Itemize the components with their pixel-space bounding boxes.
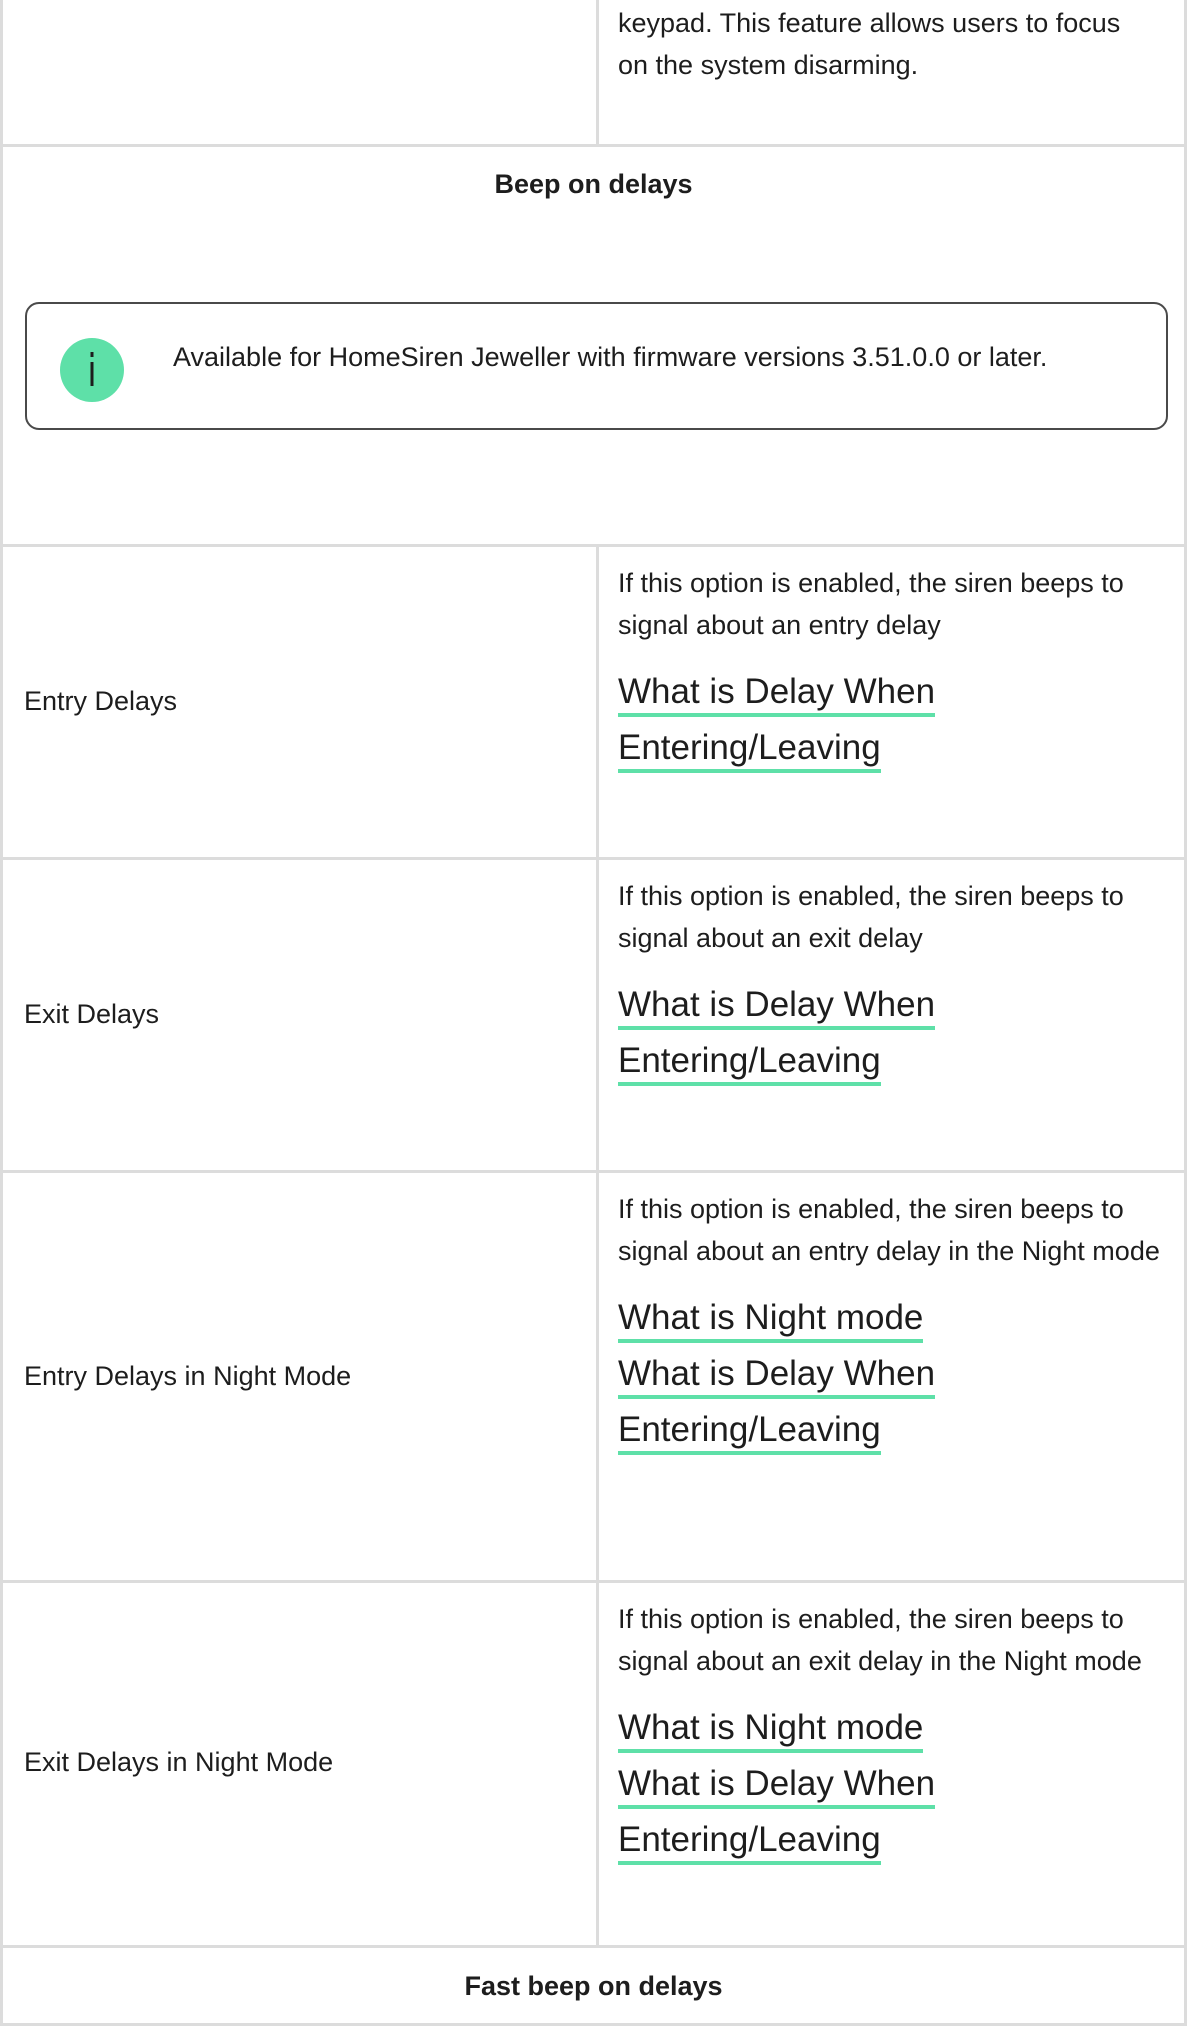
column-divider <box>596 1583 599 1945</box>
link-delay-entering-leaving-cont[interactable]: Entering/Leaving <box>618 1040 881 1086</box>
column-divider <box>596 860 599 1170</box>
row-label: Exit Delays in Night Mode <box>24 1747 334 1777</box>
section-heading-beep: Beep on delays <box>494 169 693 199</box>
firmware-notice: Available for HomeSiren Jeweller with fi… <box>25 302 1168 430</box>
link-delay-entering-leaving[interactable]: What is Delay When <box>618 1763 936 1809</box>
column-divider <box>596 1173 599 1580</box>
link-delay-entering-leaving-cont[interactable]: Entering/Leaving <box>618 1409 881 1455</box>
table-row-entry-delays: Entry Delays If this option is enabled, … <box>3 547 1184 860</box>
section-heading-fast-beep: Fast beep on delays <box>464 1971 723 2001</box>
table-row-exit-delays: Exit Delays If this option is enabled, t… <box>3 860 1184 1173</box>
link-delay-entering-leaving-cont[interactable]: Entering/Leaving <box>618 1819 881 1865</box>
row-label: Entry Delays <box>24 686 178 716</box>
row-description: If this option is enabled, the siren bee… <box>618 568 1124 640</box>
row-description: If this option is enabled, the siren bee… <box>618 1194 1160 1266</box>
row-description-cell: If this option is enabled, the siren bee… <box>618 1188 1178 1465</box>
link-night-mode[interactable]: What is Night mode <box>618 1707 924 1753</box>
row-label: Entry Delays in Night Mode <box>24 1361 352 1391</box>
row-description-cell: If this option is enabled, the siren bee… <box>618 1598 1178 1875</box>
table-row-intro: keypad. This feature allows users to foc… <box>3 0 1184 147</box>
row-description-cell: If this option is enabled, the siren bee… <box>618 562 1178 783</box>
row-links: What is Delay When Entering/Leaving <box>618 671 1178 783</box>
intro-line-2: on the system disarming. <box>618 50 919 80</box>
info-icon <box>60 338 124 402</box>
table-row-exit-delays-night: Exit Delays in Night Mode If this option… <box>3 1583 1184 1948</box>
link-delay-entering-leaving-cont[interactable]: Entering/Leaving <box>618 727 881 773</box>
table-row-entry-delays-night: Entry Delays in Night Mode If this optio… <box>3 1173 1184 1583</box>
row-links: What is Delay When Entering/Leaving <box>618 984 1178 1096</box>
intro-description: keypad. This feature allows users to foc… <box>618 2 1178 86</box>
row-description: If this option is enabled, the siren bee… <box>618 881 1124 953</box>
row-description-cell: If this option is enabled, the siren bee… <box>618 875 1178 1096</box>
notice-text: Available for HomeSiren Jeweller with fi… <box>173 342 1048 372</box>
info-glyph <box>90 352 94 386</box>
link-delay-entering-leaving[interactable]: What is Delay When <box>618 671 936 717</box>
row-label: Exit Delays <box>24 999 160 1029</box>
link-delay-entering-leaving[interactable]: What is Delay When <box>618 984 936 1030</box>
row-links: What is Night mode What is Delay When En… <box>618 1707 1178 1875</box>
column-divider <box>596 0 599 144</box>
section-fast-beep-on-delays: Fast beep on delays <box>3 1948 1184 2026</box>
settings-table: keypad. This feature allows users to foc… <box>0 0 1187 2026</box>
intro-line-1: keypad. This feature allows users to foc… <box>618 8 1121 38</box>
row-description: If this option is enabled, the siren bee… <box>618 1604 1142 1676</box>
column-divider <box>596 547 599 857</box>
link-night-mode[interactable]: What is Night mode <box>618 1297 924 1343</box>
link-delay-entering-leaving[interactable]: What is Delay When <box>618 1353 936 1399</box>
row-links: What is Night mode What is Delay When En… <box>618 1297 1178 1465</box>
section-beep-on-delays: Beep on delays Available for HomeSiren J… <box>3 147 1184 547</box>
